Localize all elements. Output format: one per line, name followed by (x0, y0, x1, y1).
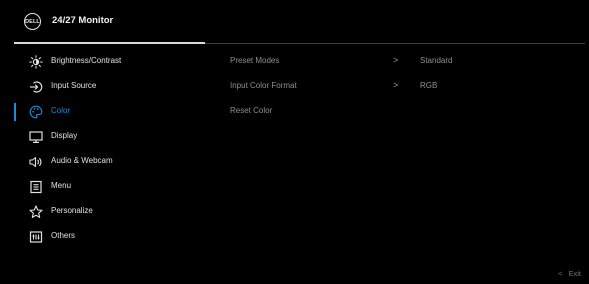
audio-speaker-icon (29, 155, 43, 169)
menu-item-others[interactable]: Others (0, 225, 205, 249)
submenu-row-input-color-format[interactable]: Input Color Format > RGB (230, 75, 570, 99)
menu-item-label: Color (51, 106, 71, 115)
chevron-left-icon: < (558, 269, 563, 278)
menu-item-menu[interactable]: Menu (0, 175, 205, 199)
star-icon (29, 205, 43, 219)
menu-item-label: Menu (51, 181, 72, 190)
menu-item-label: Others (51, 231, 76, 240)
submenu-row-preset-modes[interactable]: Preset Modes > Standard (230, 50, 570, 74)
monitor-title: 24/27 Monitor (52, 15, 114, 26)
submenu-row-label: Input Color Format (230, 81, 297, 90)
menu-item-personalize[interactable]: Personalize (0, 200, 205, 224)
menu-item-label: Display (51, 131, 78, 140)
menu-item-audio-webcam[interactable]: Audio & Webcam (0, 150, 205, 174)
osd-header: DELL 24/27 Monitor (0, 0, 589, 44)
menu-item-brightness-contrast[interactable]: Brightness/Contrast (0, 50, 205, 74)
submenu-row-value: RGB (420, 81, 438, 90)
menu-item-label: Audio & Webcam (51, 156, 113, 165)
menu-item-input-source[interactable]: Input Source (0, 75, 205, 99)
submenu-row-label: Preset Modes (230, 56, 280, 65)
chevron-right-icon: > (393, 80, 399, 90)
exit-button[interactable]: < Exit (558, 269, 581, 278)
chevron-right-icon: > (393, 55, 399, 65)
submenu-row-reset-color[interactable]: Reset Color (230, 100, 570, 124)
active-indicator (14, 103, 16, 121)
menu-item-label: Personalize (51, 206, 93, 215)
color-palette-icon (29, 105, 43, 119)
exit-label: Exit (568, 269, 581, 278)
header-divider-active (14, 42, 205, 44)
input-source-icon (29, 80, 43, 94)
submenu-row-value: Standard (420, 56, 453, 65)
menu-item-label: Input Source (51, 81, 97, 90)
header-divider (205, 42, 585, 44)
display-icon (29, 130, 43, 144)
menu-item-color[interactable]: Color (0, 100, 205, 124)
menu-item-display[interactable]: Display (0, 125, 205, 149)
brightness-icon (29, 55, 43, 69)
submenu-row-label: Reset Color (230, 106, 273, 115)
logo-text: DELL (25, 18, 40, 25)
menu-item-label: Brightness/Contrast (51, 56, 122, 65)
others-icon (29, 230, 43, 244)
dell-logo: DELL (24, 13, 41, 30)
monitor-osd: DELL 24/27 Monitor Brightness/Contrast I… (0, 0, 589, 284)
menu-list-icon (29, 180, 43, 194)
